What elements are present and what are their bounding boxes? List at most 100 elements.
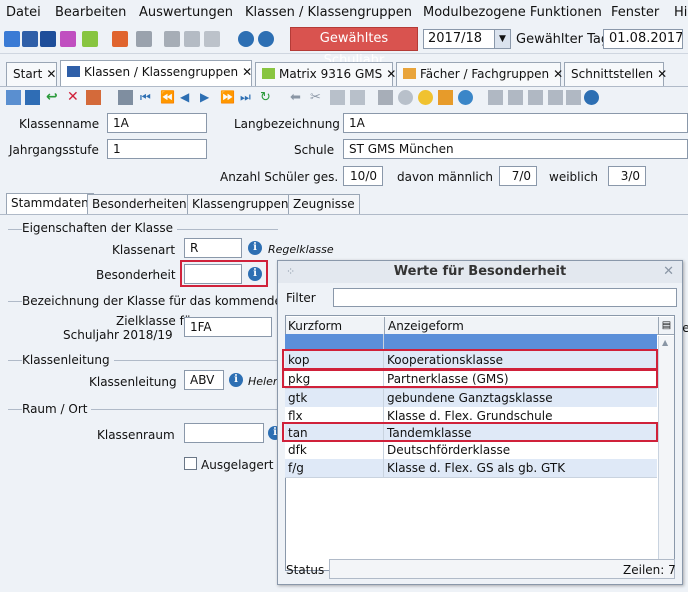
people-icon[interactable] bbox=[40, 31, 56, 47]
rewind-icon[interactable]: ⏪ bbox=[160, 90, 175, 105]
list-item[interactable]: f/g Klasse d. Flex. GS als gb. GTK bbox=[285, 459, 657, 478]
person-icon[interactable] bbox=[488, 90, 503, 105]
anzahl-label: Anzahl Schüler ges. bbox=[220, 170, 339, 184]
brush-icon[interactable] bbox=[438, 90, 453, 105]
subtab-stammdaten[interactable]: Stammdaten bbox=[6, 193, 94, 214]
undo-icon[interactable]: ↩ bbox=[46, 90, 61, 105]
info-icon[interactable] bbox=[238, 31, 254, 47]
help-icon[interactable] bbox=[258, 31, 274, 47]
printer-icon[interactable] bbox=[136, 31, 152, 47]
copy-icon[interactable] bbox=[164, 31, 180, 47]
close-icon[interactable]: ✕ bbox=[657, 67, 667, 81]
save-icon[interactable] bbox=[25, 90, 40, 105]
close-icon[interactable]: ✕ bbox=[46, 67, 56, 81]
tab-matrix[interactable]: Matrix 9316 GMS ✕ bbox=[255, 62, 396, 86]
print-icon[interactable] bbox=[118, 90, 133, 105]
schuljahr-select[interactable]: 2017/18 ▼ bbox=[423, 29, 511, 49]
copy-icon[interactable] bbox=[330, 90, 345, 105]
tag-field[interactable]: 01.08.2017 bbox=[603, 29, 683, 49]
klassenleitung-field[interactable]: ABV bbox=[184, 370, 224, 390]
menu-klassen[interactable]: Klassen / Klassengruppen bbox=[245, 5, 412, 20]
menu-hilfe[interactable]: Hi bbox=[674, 5, 687, 20]
col-anzeigeform[interactable]: Anzeigeform bbox=[385, 317, 658, 335]
close-icon[interactable]: ✕ bbox=[663, 261, 674, 283]
forward-icon[interactable]: ⏩ bbox=[220, 90, 235, 105]
chevron-down-icon[interactable]: ▼ bbox=[494, 30, 510, 48]
arrow-left-icon[interactable]: ⬅ bbox=[290, 90, 305, 105]
menu-fenster[interactable]: Fenster bbox=[611, 5, 659, 20]
jahrgangsstufe-field[interactable]: 1 bbox=[107, 139, 207, 159]
ausgelagert-checkbox[interactable] bbox=[184, 457, 197, 470]
subtab-zeugnisse[interactable]: Zeugnisse bbox=[288, 194, 360, 214]
schule-field[interactable]: ST GMS München bbox=[343, 139, 688, 159]
column-chooser-icon[interactable]: ▤ bbox=[658, 317, 674, 335]
zielklasse-label-year: Schuljahr 2018/19 bbox=[63, 328, 173, 342]
list-item[interactable]: gtk gebundene Ganztagsklasse bbox=[285, 389, 657, 408]
row-kurzform: f/g bbox=[288, 461, 304, 475]
tab-faecher[interactable]: Fächer / Fachgruppen ✕ bbox=[396, 62, 563, 86]
paste-icon[interactable] bbox=[350, 90, 365, 105]
tab-bar: Start ✕ Klassen / Klassengruppen ✕ Matrix … bbox=[0, 56, 688, 86]
zielklasse-field[interactable]: 1FA bbox=[184, 317, 272, 337]
dialog-title-text: Werte für Besonderheit bbox=[393, 264, 567, 279]
calc-icon[interactable] bbox=[378, 90, 393, 105]
row-anzeigeform: Klasse d. Flex. GS als gb. GTK bbox=[387, 461, 566, 475]
cut-icon[interactable]: ✂ bbox=[310, 90, 325, 105]
tab-start[interactable]: Start ✕ bbox=[6, 62, 57, 86]
list-item[interactable]: dfk Deutschförderklasse bbox=[285, 441, 657, 460]
klassenname-field[interactable]: 1A bbox=[107, 113, 207, 133]
menu-bearbeiten[interactable]: Bearbeiten bbox=[55, 5, 126, 20]
langbezeichnung-field[interactable]: 1A bbox=[343, 113, 688, 133]
bulb-icon[interactable] bbox=[418, 90, 433, 105]
tab-schnittstellen[interactable]: Schnittstellen ✕ bbox=[564, 62, 667, 86]
delete-icon[interactable]: ✕ bbox=[67, 90, 82, 105]
scroll-up-icon[interactable]: ▲ bbox=[662, 338, 668, 347]
close-icon[interactable]: ✕ bbox=[386, 67, 396, 81]
help-icon[interactable] bbox=[584, 90, 599, 105]
flash-icon[interactable] bbox=[204, 31, 220, 47]
book-icon[interactable] bbox=[112, 31, 128, 47]
clock-icon[interactable] bbox=[458, 90, 473, 105]
new-icon[interactable] bbox=[6, 90, 21, 105]
klassenart-field[interactable]: R bbox=[184, 238, 242, 258]
close-icon[interactable]: ✕ bbox=[242, 65, 252, 79]
group-icon[interactable] bbox=[508, 90, 523, 105]
menu-bar: Datei Bearbeiten Auswertungen Klassen / … bbox=[0, 0, 688, 26]
klassenleitung-label: Klassenleitung bbox=[89, 375, 177, 389]
users-icon[interactable] bbox=[4, 31, 20, 47]
user-add-icon[interactable] bbox=[548, 90, 563, 105]
subtab-besonderheiten[interactable]: Besonderheiten bbox=[87, 194, 192, 214]
filter-icon[interactable] bbox=[528, 90, 543, 105]
teacher-icon[interactable] bbox=[60, 31, 76, 47]
user-remove-icon[interactable] bbox=[566, 90, 581, 105]
disk-icon[interactable] bbox=[398, 90, 413, 105]
close-icon[interactable]: ✕ bbox=[553, 67, 563, 81]
info-icon[interactable]: i bbox=[229, 373, 243, 387]
menu-auswertungen[interactable]: Auswertungen bbox=[139, 5, 233, 20]
export-icon[interactable] bbox=[86, 90, 101, 105]
tab-klassen[interactable]: Klassen / Klassengruppen ✕ bbox=[60, 60, 252, 86]
weiblich-label: weiblich bbox=[549, 170, 599, 184]
row-anzeigeform: Deutschförderklasse bbox=[387, 443, 511, 457]
class-icon bbox=[67, 66, 80, 77]
menu-datei[interactable]: Datei bbox=[6, 5, 41, 20]
grip-icon[interactable]: ⁘ bbox=[286, 261, 295, 283]
first-icon[interactable]: ⏮ bbox=[140, 90, 155, 105]
menu-modulbezogene[interactable]: Modulbezogene Funktionen bbox=[423, 5, 602, 20]
col-kurzform[interactable]: Kurzform bbox=[286, 317, 385, 335]
refresh-icon[interactable]: ↻ bbox=[260, 90, 275, 105]
klassenraum-field[interactable] bbox=[184, 423, 264, 443]
class-icon[interactable] bbox=[22, 31, 38, 47]
section-klassenleitung: Klassenleitung bbox=[22, 353, 114, 367]
last-icon[interactable]: ⏭ bbox=[240, 90, 255, 105]
subtab-klassengruppen[interactable]: Klassengruppen bbox=[187, 194, 294, 214]
main-toolbar: Gewähltes Schuljahr 2017/18 ▼ Gewählter T… bbox=[0, 26, 688, 68]
schuljahr-button[interactable]: Gewähltes Schuljahr bbox=[290, 27, 418, 68]
settings-icon[interactable] bbox=[184, 31, 200, 47]
prev-icon[interactable]: ◀ bbox=[180, 90, 195, 105]
filter-input[interactable] bbox=[333, 288, 677, 307]
next-icon[interactable]: ▶ bbox=[200, 90, 215, 105]
info-icon[interactable]: i bbox=[248, 241, 262, 255]
scrollbar[interactable]: ▲ ▼ bbox=[658, 336, 674, 570]
chat-icon[interactable] bbox=[82, 31, 98, 47]
